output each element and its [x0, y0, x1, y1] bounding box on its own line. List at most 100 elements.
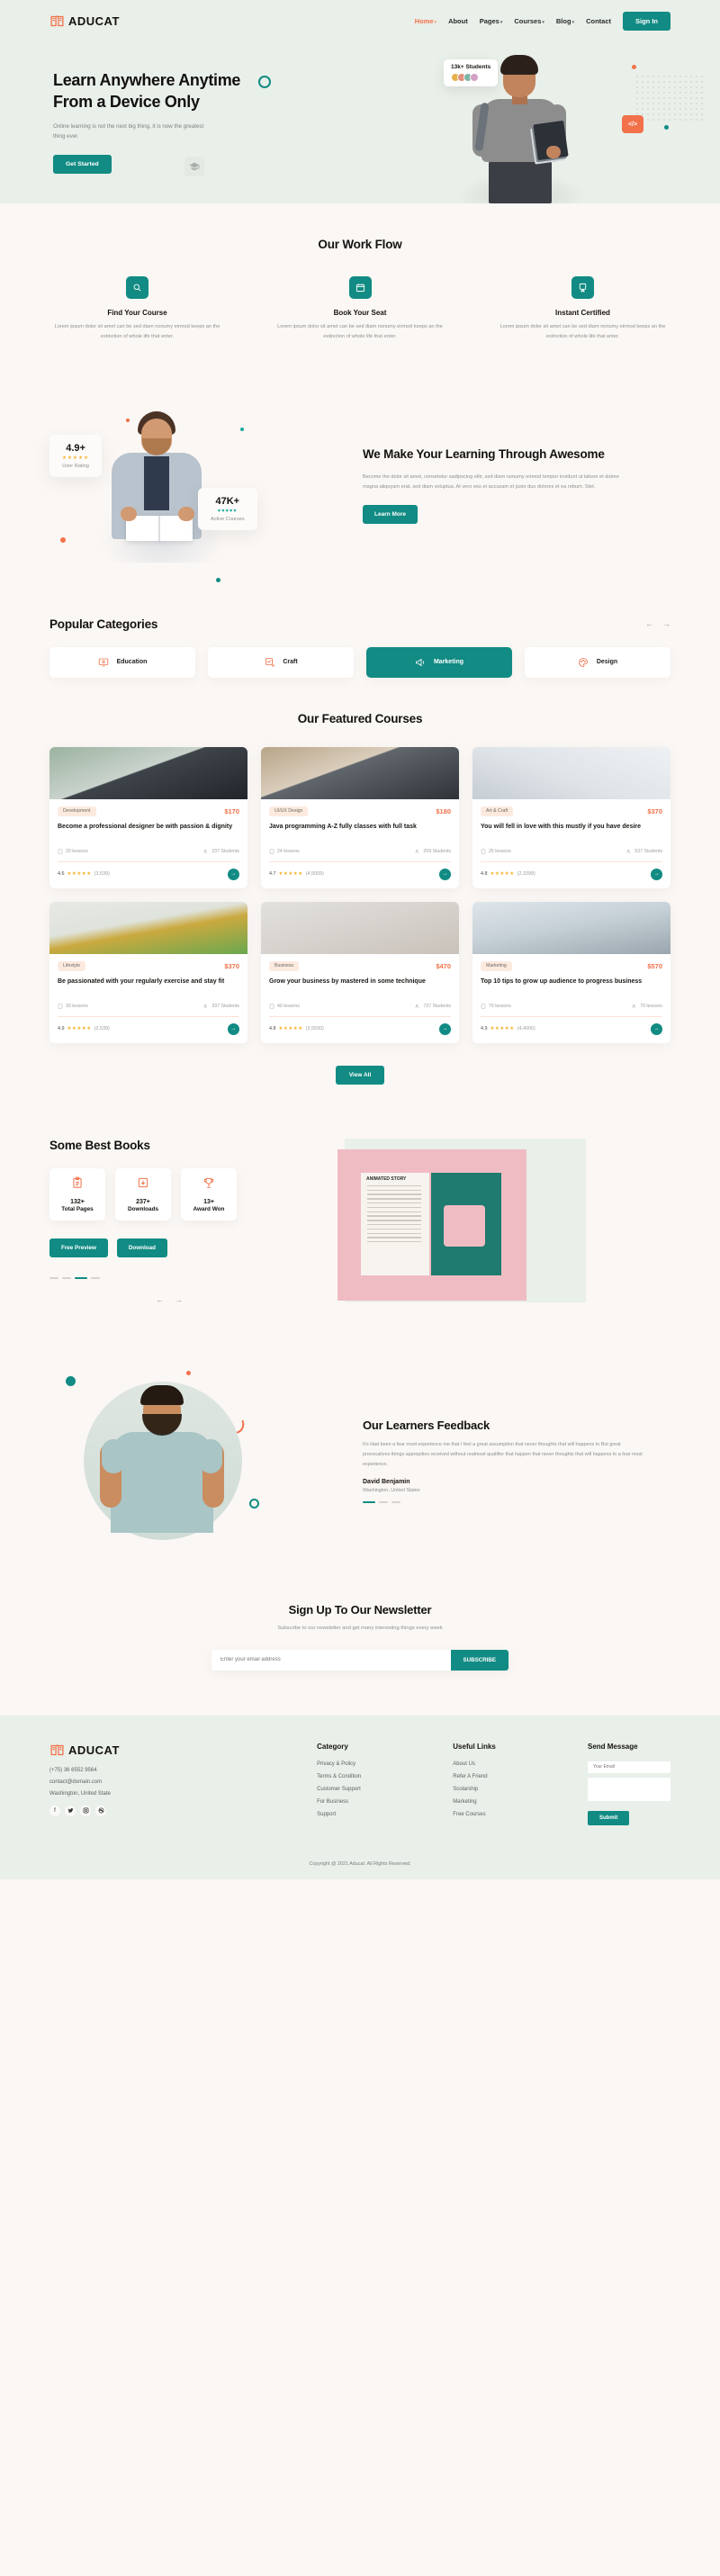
courses-hearts: ♥♥♥♥♥	[217, 508, 238, 514]
rating-value: 4.9+	[66, 442, 86, 454]
get-started-button[interactable]: Get Started	[53, 154, 112, 174]
course-card[interactable]: Business $470 Grow your business by mast…	[261, 901, 459, 1043]
footer-link-refer-friend[interactable]: Refer A Friend	[453, 1774, 496, 1779]
book-stat-number: 132+	[70, 1198, 85, 1205]
footer-message-textarea[interactable]	[587, 1777, 670, 1801]
brand-logo[interactable]: ADUCAT	[50, 14, 120, 29]
active-courses-card: 47K+ ♥♥♥♥♥ Active Courses	[198, 487, 257, 530]
free-preview-button[interactable]: Free Preview	[50, 1238, 108, 1257]
rating-label: User Rating	[62, 463, 89, 469]
course-tag: Business	[269, 960, 300, 971]
footer-email-input[interactable]	[587, 1761, 670, 1773]
twitter-icon[interactable]	[65, 1805, 76, 1816]
footer-link-marketing[interactable]: Marketing	[453, 1799, 496, 1805]
feedback-image	[50, 1370, 346, 1551]
course-arrow-icon[interactable]: →	[439, 1022, 451, 1035]
course-rating: 4.9 ★★★★★ (2,539)	[58, 1026, 110, 1032]
feedback-copy: Our Learners Feedback It's Had been a fe…	[346, 1419, 644, 1503]
pagination-dot[interactable]	[379, 1501, 388, 1503]
courses-value: 47K+	[215, 495, 240, 507]
course-arrow-icon[interactable]: →	[651, 1022, 662, 1035]
nav-item-courses[interactable]: Courses▾	[514, 17, 544, 25]
category-label: Marketing	[433, 659, 464, 666]
course-rating: 4.8 ★★★★★ (3,5500)	[269, 1026, 324, 1032]
newsletter-email-input[interactable]	[212, 1649, 451, 1671]
feedback-pagination[interactable]	[363, 1501, 644, 1503]
course-title: Java programming A-Z fully classes with …	[269, 823, 417, 830]
facebook-icon[interactable]: f	[50, 1805, 60, 1816]
course-arrow-icon[interactable]: →	[651, 868, 662, 880]
course-card[interactable]: Art & Craft $370 You will fell in love w…	[472, 746, 670, 888]
footer-link-for-business[interactable]: For Business	[317, 1799, 361, 1805]
pagination-dot[interactable]	[62, 1276, 71, 1279]
course-price: $470	[436, 961, 451, 970]
footer-logo[interactable]: ADUCAT	[50, 1743, 225, 1758]
workflow-item-heading: Find Your Course	[107, 309, 167, 317]
categories-title: Popular Categories	[50, 617, 158, 631]
course-card[interactable]: Lifestyle $370 Be passionated with your …	[50, 901, 248, 1043]
category-marketing[interactable]: Marketing	[366, 646, 512, 678]
footer-link-privacy[interactable]: Privacy & Policy	[317, 1761, 361, 1767]
nav-item-pages[interactable]: Pages▾	[480, 17, 503, 25]
trophy-icon	[202, 1176, 215, 1193]
books-pagination[interactable]	[50, 1276, 338, 1279]
footer-link-free-courses[interactable]: Free Courses	[453, 1812, 496, 1817]
pagination-dot[interactable]	[392, 1501, 400, 1503]
learning-text: Become the dolor sit amet, consetetur sa…	[363, 474, 619, 491]
signin-button[interactable]: Sign In	[623, 11, 670, 31]
nav-item-contact[interactable]: Contact	[586, 17, 611, 25]
courses-grid: Development $170 Become a professional d…	[50, 746, 670, 1043]
subscribe-button[interactable]: SUBSCRIBE	[450, 1649, 508, 1671]
workflow-grid: Find Your Course Lorem ipsum dolor sit a…	[50, 276, 670, 343]
footer-link-scolarship[interactable]: Scolarship	[453, 1787, 496, 1792]
course-arrow-icon[interactable]: →	[228, 1022, 239, 1035]
course-arrow-icon[interactable]: →	[439, 868, 451, 880]
footer-link-terms[interactable]: Terms & Condition	[317, 1774, 361, 1779]
course-arrow-icon[interactable]: →	[228, 868, 239, 880]
dribbble-icon[interactable]	[95, 1805, 106, 1816]
arrow-left-icon[interactable]: ←	[156, 1295, 164, 1304]
avatar-group	[451, 73, 490, 82]
course-card[interactable]: Marketing $570 Top 10 tips to grow up au…	[472, 901, 670, 1043]
course-price: $570	[647, 961, 662, 970]
course-rating: 4.9 ★★★★★ (4,4000)	[481, 1026, 536, 1032]
calendar-icon	[348, 276, 372, 299]
graduation-cap-icon	[184, 157, 204, 176]
category-craft[interactable]: Craft	[208, 646, 354, 678]
arrow-right-icon[interactable]: →	[662, 619, 670, 628]
pagination-dot[interactable]	[50, 1276, 58, 1279]
footer-useful-links-column: Useful Links About Us Refer A Friend Sco…	[453, 1743, 496, 1825]
workflow-item-text: Lorem ipsum dolor sit amet can be sed di…	[54, 324, 220, 340]
course-students: 259 Students	[415, 849, 451, 854]
nav-item-about[interactable]: About	[448, 17, 468, 25]
footer-socials: f	[50, 1805, 225, 1816]
category-design[interactable]: Design	[525, 646, 670, 678]
workflow-item-heading: Instant Certified	[555, 309, 610, 317]
book-stat-label: Award Won	[193, 1205, 225, 1212]
footer-link-support[interactable]: Support	[317, 1812, 361, 1817]
footer-submit-button[interactable]: Submit	[587, 1810, 630, 1825]
footer-link-customer-support[interactable]: Customer Support	[317, 1787, 361, 1792]
course-title: Be passionated with your regularly exerc…	[58, 977, 225, 985]
course-lessons: 20 lessons	[58, 849, 88, 854]
book-cover-title: ANIMATED STORY	[366, 1175, 407, 1182]
download-button[interactable]: Download	[116, 1238, 167, 1257]
footer-useful-heading: Useful Links	[453, 1742, 496, 1751]
instagram-icon[interactable]	[80, 1805, 91, 1816]
workflow-section: Our Work Flow Find Your Course Lorem ips…	[0, 203, 720, 379]
view-all-button[interactable]: View All	[335, 1065, 385, 1085]
course-price: $170	[224, 806, 239, 815]
arrow-right-icon[interactable]: →	[175, 1295, 183, 1304]
pagination-dot-active[interactable]	[75, 1276, 87, 1279]
pagination-dot[interactable]	[91, 1276, 100, 1279]
footer-link-about-us[interactable]: About Us	[453, 1761, 496, 1767]
learn-more-button[interactable]: Learn More	[363, 505, 418, 525]
pagination-dot-active[interactable]	[363, 1501, 375, 1503]
arrow-left-icon[interactable]: ←	[645, 619, 653, 628]
nav-item-home[interactable]: Home▾	[415, 17, 436, 25]
category-education[interactable]: Education	[50, 646, 195, 678]
category-label: Education	[116, 659, 148, 666]
nav-item-blog[interactable]: Blog▾	[556, 17, 574, 25]
course-card[interactable]: Development $170 Become a professional d…	[50, 746, 248, 888]
course-card[interactable]: UI/UX Design $180 Java programming A-Z f…	[261, 746, 459, 888]
